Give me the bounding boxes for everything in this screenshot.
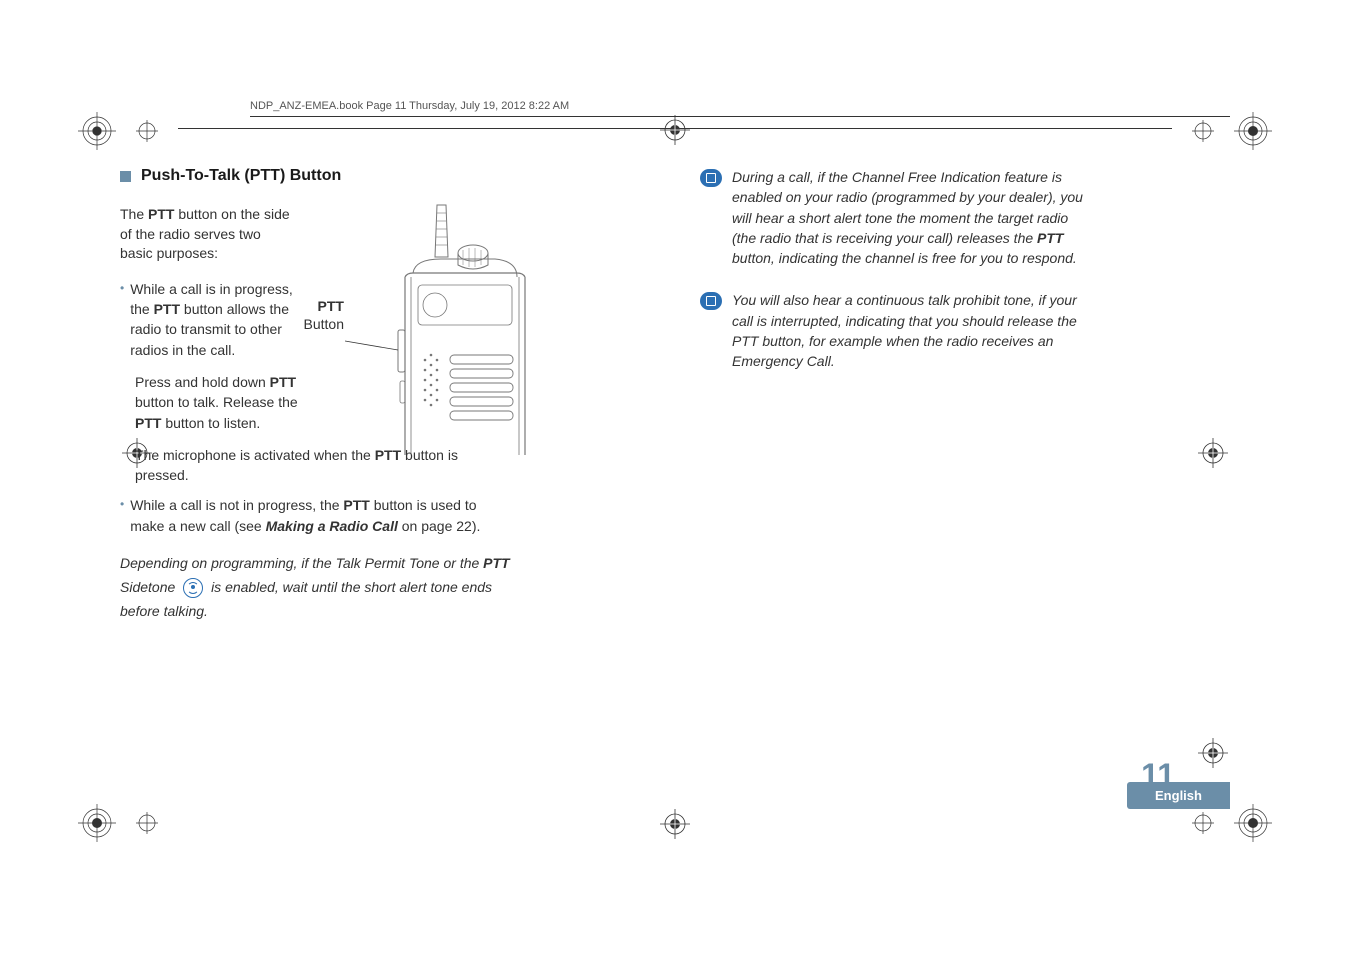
heading-bullet-icon bbox=[120, 171, 131, 182]
intro-paragraph: The PTT button on the side of the radio … bbox=[120, 205, 290, 264]
note-icon bbox=[700, 169, 722, 187]
heading-text: Push-To-Talk (PTT) Button bbox=[141, 167, 341, 185]
registration-target-icon bbox=[78, 804, 116, 842]
registration-target-icon bbox=[78, 112, 116, 150]
italic-note: Depending on programming, if the Talk Pe… bbox=[120, 552, 520, 623]
registration-target-icon bbox=[1234, 804, 1272, 842]
bullet-icon: • bbox=[120, 281, 124, 295]
left-column: Push-To-Talk (PTT) Button The PTT button… bbox=[120, 167, 650, 639]
bullet-icon: • bbox=[120, 497, 124, 511]
ptt-callout-label: PTT Button bbox=[294, 297, 344, 333]
note-1: During a call, if the Channel Free Indic… bbox=[700, 167, 1230, 268]
registration-target-icon bbox=[1234, 112, 1272, 150]
note-icon bbox=[700, 292, 722, 310]
sidetone-icon bbox=[183, 578, 203, 598]
language-tab: English bbox=[1127, 782, 1230, 809]
right-column: During a call, if the Channel Free Indic… bbox=[700, 167, 1230, 639]
note-2: You will also hear a continuous talk pro… bbox=[700, 290, 1230, 371]
radio-illustration bbox=[345, 195, 545, 455]
sub-paragraph-1: Press and hold down PTT button to talk. … bbox=[135, 372, 300, 433]
bullet-item-2: • While a call is not in progress, the P… bbox=[120, 495, 650, 536]
page-content: NDP_ANZ-EMEA.book Page 11 Thursday, July… bbox=[120, 100, 1230, 854]
section-heading: Push-To-Talk (PTT) Button bbox=[120, 167, 650, 185]
document-header: NDP_ANZ-EMEA.book Page 11 Thursday, July… bbox=[250, 100, 1230, 117]
